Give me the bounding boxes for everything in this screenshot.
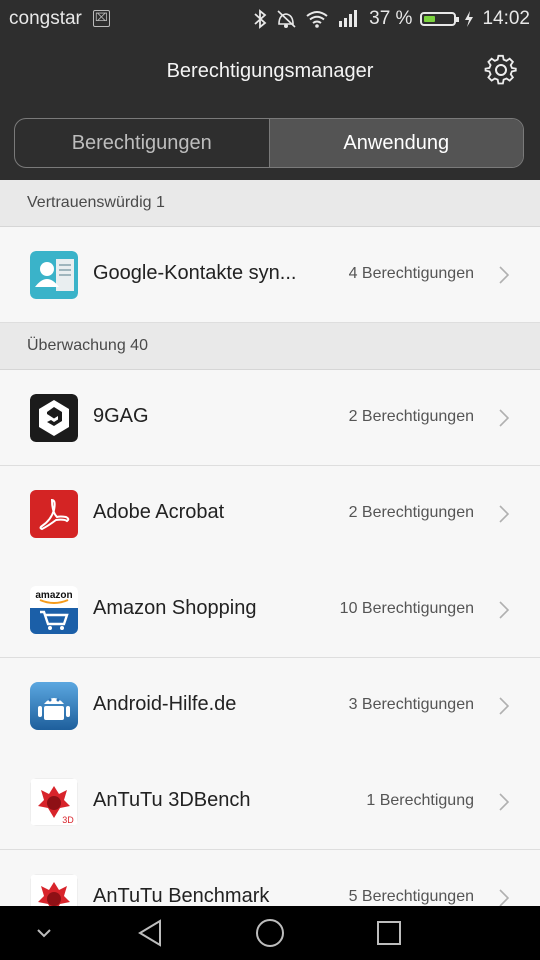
- app-name: Google-Kontakte syn...: [93, 262, 297, 284]
- recents-icon[interactable]: [376, 920, 402, 946]
- tab-berechtigungen[interactable]: Berechtigungen: [15, 119, 269, 167]
- app-name: Android-Hilfe.de: [93, 693, 237, 715]
- chevron-right-icon: [499, 505, 510, 523]
- section-header-monitoring: Überwachung 40: [0, 323, 540, 370]
- tab-anwendung[interactable]: Anwendung: [268, 119, 523, 167]
- google-contacts-icon: [30, 251, 78, 299]
- permission-count: 4 Berechtigungen: [348, 265, 474, 282]
- charging-icon: [464, 11, 474, 27]
- app-name: 9GAG: [93, 405, 149, 427]
- section-header-trusted: Vertrauenswürdig 1: [0, 180, 540, 227]
- chevron-right-icon: [499, 697, 510, 715]
- chevron-right-icon: [499, 601, 510, 619]
- chevron-right-icon: [499, 409, 510, 427]
- clock: 14:02: [482, 8, 530, 29]
- carrier-name: congstar: [9, 8, 82, 29]
- app-header: Berechtigungsmanager Berechtigungen Anwe…: [0, 36, 540, 180]
- android-hilfe-icon: [30, 682, 78, 730]
- chevron-right-icon: [499, 793, 510, 811]
- 9gag-icon: [30, 394, 78, 442]
- app-list: Vertrauenswürdig 1 Google-Kontakte syn..…: [0, 180, 540, 946]
- navigation-bar: [0, 906, 540, 960]
- app-name: AnTuTu Benchmark: [93, 885, 270, 907]
- app-name: Adobe Acrobat: [93, 501, 225, 523]
- adobe-acrobat-icon: [30, 490, 78, 538]
- permission-count: 3 Berechtigungen: [348, 696, 474, 713]
- antutu-3dbench-icon: 3D: [30, 778, 78, 826]
- battery-percent: 37 %: [369, 8, 413, 29]
- sim-icon: ⌧: [93, 10, 110, 27]
- app-name: AnTuTu 3DBench: [93, 789, 251, 811]
- battery-icon: [420, 12, 460, 26]
- wifi-icon: [305, 10, 329, 28]
- permission-count: 5 Berechtigungen: [348, 888, 474, 905]
- page-title: Berechtigungsmanager: [166, 60, 374, 82]
- permission-count: 10 Berechtigungen: [339, 600, 474, 617]
- chevron-right-icon: [499, 889, 510, 907]
- app-name: Amazon Shopping: [93, 597, 257, 619]
- app-row-9gag[interactable]: 9GAG 2 Berechtigungen: [0, 370, 540, 466]
- vibrate-off-icon: [275, 9, 297, 29]
- signal-icon: [337, 9, 361, 29]
- home-icon[interactable]: [255, 918, 285, 948]
- gear-icon: [484, 54, 517, 85]
- app-row-antutu-3dbench[interactable]: 3D AnTuTu 3DBench 1 Berechtigung: [0, 754, 540, 850]
- app-row-adobe-acrobat[interactable]: Adobe Acrobat 2 Berechtigungen: [0, 466, 540, 562]
- app-row-amazon[interactable]: amazon Amazon Shopping 10 Berechtigungen: [0, 562, 540, 658]
- settings-button[interactable]: [484, 54, 518, 88]
- tab-bar: Berechtigungen Anwendung: [14, 118, 524, 168]
- chevron-right-icon: [499, 266, 510, 284]
- antutu-3dbench-icon-label: 3D: [62, 815, 74, 825]
- bluetooth-icon: [253, 9, 267, 29]
- collapse-icon[interactable]: [34, 926, 54, 940]
- app-row-android-hilfe[interactable]: Android-Hilfe.de 3 Berechtigungen: [0, 658, 540, 754]
- amazon-icon: amazon: [30, 586, 78, 634]
- status-icons: 37 % 14:02: [253, 6, 530, 32]
- back-icon[interactable]: [136, 918, 164, 948]
- status-bar: congstar ⌧ 37 % 14:02: [0, 0, 540, 36]
- permission-count: 2 Berechtigungen: [348, 408, 474, 425]
- app-row-google-contacts[interactable]: Google-Kontakte syn... 4 Berechtigungen: [0, 227, 540, 323]
- permission-count: 1 Berechtigung: [366, 792, 474, 809]
- permission-count: 2 Berechtigungen: [348, 504, 474, 521]
